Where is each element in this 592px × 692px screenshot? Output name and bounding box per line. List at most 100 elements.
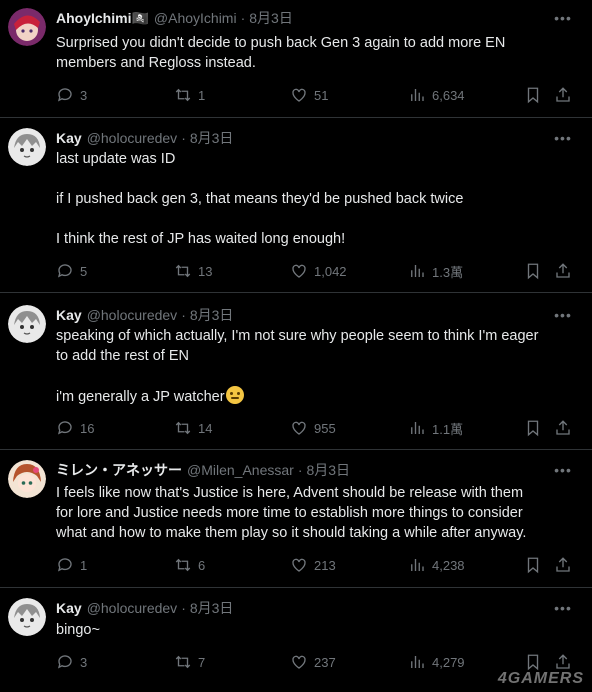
tweet-line: if I pushed back gen 3, that means they'…: [56, 191, 464, 207]
tweet-line-text: i'm generally a JP watcher: [56, 389, 225, 405]
reply-count: 3: [80, 654, 88, 670]
tweet-line: last update was ID: [56, 151, 176, 167]
reply-button[interactable]: 1: [56, 556, 87, 574]
separator-dot: ·: [181, 307, 186, 323]
action-bar: 1 6 213 4,238: [56, 555, 582, 575]
tweet[interactable]: Kay @holocuredev · 8月3日 ••• speaking of …: [0, 293, 592, 450]
share-button[interactable]: [554, 419, 572, 437]
retweet-count: 13: [198, 263, 213, 279]
display-name[interactable]: ミレン・アネッサー: [56, 460, 182, 480]
views-count: 6,634: [432, 87, 465, 103]
more-icon[interactable]: •••: [554, 461, 572, 479]
tweet-line: members and Regloss instead.: [56, 55, 256, 71]
like-count: 51: [314, 87, 329, 103]
timestamp[interactable]: 8月3日: [249, 8, 293, 28]
avatar[interactable]: [8, 128, 46, 166]
like-button[interactable]: 51: [290, 86, 328, 104]
heart-icon: [292, 421, 306, 435]
views-button[interactable]: 6,634: [408, 86, 465, 104]
reply-icon: [57, 421, 72, 435]
views-button[interactable]: 4,238: [408, 556, 465, 574]
bookmark-button[interactable]: [524, 556, 542, 574]
reply-button[interactable]: 3: [56, 653, 87, 671]
like-button[interactable]: 1,042: [290, 262, 347, 280]
tweet-line: what and how to make them play so it sho…: [56, 525, 527, 541]
like-count: 1,042: [314, 263, 347, 279]
tweet[interactable]: ミレン・アネッサー @Milen_Anessar · 8月3日 ••• I fe…: [0, 450, 592, 588]
bookmark-icon: [527, 420, 539, 437]
views-button[interactable]: 4,279: [408, 653, 465, 671]
more-icon[interactable]: •••: [554, 9, 572, 27]
handle[interactable]: @holocuredev: [87, 130, 178, 146]
bookmark-icon: [527, 654, 539, 671]
retweet-button[interactable]: 14: [174, 419, 212, 437]
handle[interactable]: @holocuredev: [87, 600, 178, 616]
reply-icon: [57, 264, 72, 278]
like-count: 237: [314, 654, 336, 670]
views-icon: [411, 656, 424, 668]
avatar[interactable]: [8, 8, 46, 46]
heart-icon: [292, 88, 306, 102]
views-count: 1.3萬: [432, 264, 464, 280]
retweet-button[interactable]: 13: [174, 262, 212, 280]
action-bar: 5 13 1,042 1.3萬: [56, 261, 582, 281]
share-button[interactable]: [554, 86, 572, 104]
handle[interactable]: @Milen_Anessar: [187, 462, 294, 478]
share-button[interactable]: [554, 556, 572, 574]
reply-icon: [57, 88, 72, 102]
tweet-line: bingo~: [56, 622, 100, 638]
retweet-button[interactable]: 6: [174, 556, 205, 574]
reply-button[interactable]: 5: [56, 262, 87, 280]
timestamp[interactable]: 8月3日: [190, 598, 234, 618]
like-button[interactable]: 213: [290, 556, 336, 574]
tweet-text: speaking of which actually, I'm not sure…: [56, 326, 574, 407]
watermark: 4GAMERS: [497, 670, 584, 687]
more-icon[interactable]: •••: [554, 306, 572, 324]
separator-dot: ·: [240, 10, 246, 26]
bookmark-button[interactable]: [524, 86, 542, 104]
retweet-count: 14: [198, 420, 213, 436]
tweet-line: I think the rest of JP has waited long e…: [56, 231, 346, 247]
reply-count: 16: [80, 420, 95, 436]
views-button[interactable]: 1.1萬: [408, 419, 463, 438]
views-icon: [411, 422, 424, 434]
handle[interactable]: @holocuredev: [87, 307, 178, 323]
bookmark-icon: [527, 87, 539, 104]
reply-button[interactable]: 3: [56, 86, 87, 104]
bookmark-button[interactable]: [524, 653, 542, 671]
avatar[interactable]: [8, 598, 46, 636]
tweet[interactable]: Kay @holocuredev · 8月3日 ••• last update …: [0, 118, 592, 293]
retweet-icon: [175, 655, 191, 669]
share-button[interactable]: [554, 262, 572, 280]
reply-count: 3: [80, 87, 88, 103]
timestamp[interactable]: 8月3日: [190, 128, 234, 148]
tweet-line: I feels like now that's Justice is here,…: [56, 485, 524, 501]
action-bar: 16 14 955 1.1萬: [56, 418, 582, 438]
handle[interactable]: @AhoyIchimi: [154, 10, 237, 26]
more-icon[interactable]: •••: [554, 129, 572, 147]
tweet[interactable]: AhoyIchimi🏴‍☠️ @AhoyIchimi · 8月3日 ••• Su…: [0, 0, 592, 118]
avatar[interactable]: [8, 305, 46, 343]
like-count: 955: [314, 420, 336, 436]
retweet-button[interactable]: 7: [174, 653, 205, 671]
like-button[interactable]: 955: [290, 419, 336, 437]
avatar[interactable]: [8, 460, 46, 498]
tweet-line: for lore and Justice needs more time to …: [56, 505, 523, 521]
timestamp[interactable]: 8月3日: [306, 460, 350, 480]
share-button[interactable]: [554, 653, 572, 671]
retweet-button[interactable]: 1: [174, 86, 205, 104]
display-name[interactable]: Kay: [56, 307, 82, 323]
display-name[interactable]: Kay: [56, 600, 82, 616]
reply-icon: [57, 558, 72, 572]
reply-button[interactable]: 16: [56, 419, 94, 437]
bookmark-button[interactable]: [524, 262, 542, 280]
timestamp[interactable]: 8月3日: [190, 305, 234, 325]
more-icon[interactable]: •••: [554, 599, 572, 617]
display-name[interactable]: AhoyIchimi🏴‍☠️: [56, 10, 149, 27]
display-name[interactable]: Kay: [56, 130, 82, 146]
views-button[interactable]: 1.3萬: [408, 262, 463, 281]
separator-dot: ·: [181, 130, 186, 146]
bookmark-button[interactable]: [524, 419, 542, 437]
like-button[interactable]: 237: [290, 653, 336, 671]
